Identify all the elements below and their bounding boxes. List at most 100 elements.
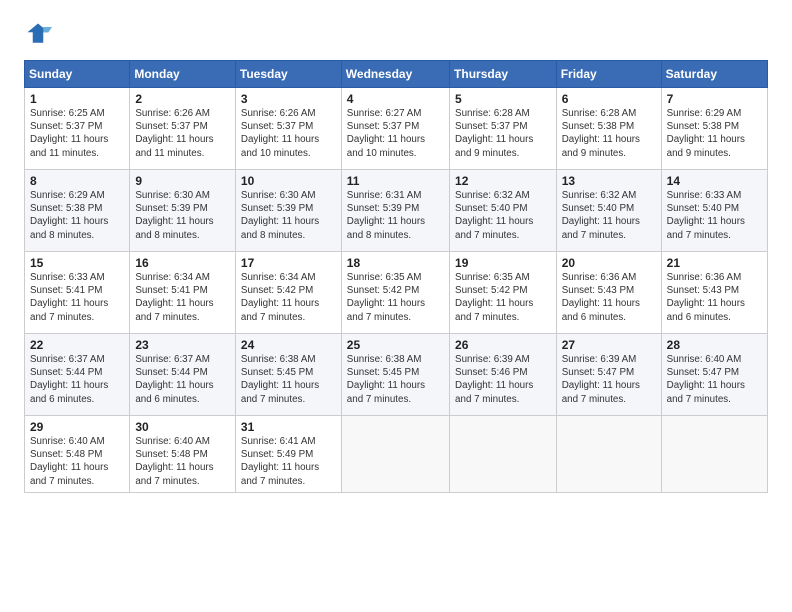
- calendar-cell: 3Sunrise: 6:26 AMSunset: 5:37 PMDaylight…: [235, 88, 341, 170]
- day-info: Sunrise: 6:32 AMSunset: 5:40 PMDaylight:…: [455, 189, 551, 242]
- day-number: 30: [135, 420, 230, 434]
- calendar-cell: 15Sunrise: 6:33 AMSunset: 5:41 PMDayligh…: [25, 252, 130, 334]
- day-number: 9: [135, 174, 230, 188]
- day-info: Sunrise: 6:41 AMSunset: 5:49 PMDaylight:…: [241, 435, 336, 488]
- calendar-cell: 26Sunrise: 6:39 AMSunset: 5:46 PMDayligh…: [450, 334, 557, 416]
- calendar: SundayMondayTuesdayWednesdayThursdayFrid…: [24, 60, 768, 493]
- day-info: Sunrise: 6:33 AMSunset: 5:41 PMDaylight:…: [30, 271, 124, 324]
- calendar-cell: [556, 416, 661, 493]
- day-number: 19: [455, 256, 551, 270]
- calendar-cell: 23Sunrise: 6:37 AMSunset: 5:44 PMDayligh…: [130, 334, 236, 416]
- day-number: 4: [347, 92, 444, 106]
- calendar-cell: 31Sunrise: 6:41 AMSunset: 5:49 PMDayligh…: [235, 416, 341, 493]
- day-number: 27: [562, 338, 656, 352]
- day-info: Sunrise: 6:40 AMSunset: 5:48 PMDaylight:…: [135, 435, 230, 488]
- calendar-cell: 20Sunrise: 6:36 AMSunset: 5:43 PMDayligh…: [556, 252, 661, 334]
- calendar-cell: 17Sunrise: 6:34 AMSunset: 5:42 PMDayligh…: [235, 252, 341, 334]
- day-info: Sunrise: 6:39 AMSunset: 5:47 PMDaylight:…: [562, 353, 656, 406]
- day-number: 22: [30, 338, 124, 352]
- day-number: 5: [455, 92, 551, 106]
- day-number: 6: [562, 92, 656, 106]
- day-info: Sunrise: 6:31 AMSunset: 5:39 PMDaylight:…: [347, 189, 444, 242]
- day-info: Sunrise: 6:30 AMSunset: 5:39 PMDaylight:…: [241, 189, 336, 242]
- day-number: 8: [30, 174, 124, 188]
- page: SundayMondayTuesdayWednesdayThursdayFrid…: [0, 0, 792, 612]
- calendar-cell: 13Sunrise: 6:32 AMSunset: 5:40 PMDayligh…: [556, 170, 661, 252]
- calendar-cell: 19Sunrise: 6:35 AMSunset: 5:42 PMDayligh…: [450, 252, 557, 334]
- day-number: 24: [241, 338, 336, 352]
- day-header-monday: Monday: [130, 61, 236, 88]
- calendar-cell: [450, 416, 557, 493]
- day-number: 29: [30, 420, 124, 434]
- calendar-cell: 2Sunrise: 6:26 AMSunset: 5:37 PMDaylight…: [130, 88, 236, 170]
- logo: [24, 20, 56, 48]
- calendar-cell: 25Sunrise: 6:38 AMSunset: 5:45 PMDayligh…: [341, 334, 449, 416]
- day-number: 21: [667, 256, 762, 270]
- day-header-tuesday: Tuesday: [235, 61, 341, 88]
- day-info: Sunrise: 6:34 AMSunset: 5:41 PMDaylight:…: [135, 271, 230, 324]
- day-number: 28: [667, 338, 762, 352]
- calendar-cell: 6Sunrise: 6:28 AMSunset: 5:38 PMDaylight…: [556, 88, 661, 170]
- day-number: 17: [241, 256, 336, 270]
- day-info: Sunrise: 6:33 AMSunset: 5:40 PMDaylight:…: [667, 189, 762, 242]
- day-info: Sunrise: 6:40 AMSunset: 5:48 PMDaylight:…: [30, 435, 124, 488]
- day-info: Sunrise: 6:35 AMSunset: 5:42 PMDaylight:…: [455, 271, 551, 324]
- calendar-cell: 5Sunrise: 6:28 AMSunset: 5:37 PMDaylight…: [450, 88, 557, 170]
- day-info: Sunrise: 6:26 AMSunset: 5:37 PMDaylight:…: [135, 107, 230, 160]
- calendar-cell: 11Sunrise: 6:31 AMSunset: 5:39 PMDayligh…: [341, 170, 449, 252]
- calendar-cell: 9Sunrise: 6:30 AMSunset: 5:39 PMDaylight…: [130, 170, 236, 252]
- calendar-cell: 16Sunrise: 6:34 AMSunset: 5:41 PMDayligh…: [130, 252, 236, 334]
- header: [24, 20, 768, 48]
- calendar-cell: 10Sunrise: 6:30 AMSunset: 5:39 PMDayligh…: [235, 170, 341, 252]
- day-info: Sunrise: 6:38 AMSunset: 5:45 PMDaylight:…: [347, 353, 444, 406]
- calendar-cell: [661, 416, 767, 493]
- calendar-cell: 12Sunrise: 6:32 AMSunset: 5:40 PMDayligh…: [450, 170, 557, 252]
- calendar-cell: 4Sunrise: 6:27 AMSunset: 5:37 PMDaylight…: [341, 88, 449, 170]
- day-info: Sunrise: 6:30 AMSunset: 5:39 PMDaylight:…: [135, 189, 230, 242]
- day-number: 25: [347, 338, 444, 352]
- logo-icon: [24, 20, 52, 48]
- day-number: 13: [562, 174, 656, 188]
- day-info: Sunrise: 6:25 AMSunset: 5:37 PMDaylight:…: [30, 107, 124, 160]
- day-number: 26: [455, 338, 551, 352]
- day-info: Sunrise: 6:37 AMSunset: 5:44 PMDaylight:…: [135, 353, 230, 406]
- calendar-cell: 8Sunrise: 6:29 AMSunset: 5:38 PMDaylight…: [25, 170, 130, 252]
- day-info: Sunrise: 6:26 AMSunset: 5:37 PMDaylight:…: [241, 107, 336, 160]
- calendar-cell: 7Sunrise: 6:29 AMSunset: 5:38 PMDaylight…: [661, 88, 767, 170]
- day-header-friday: Friday: [556, 61, 661, 88]
- day-info: Sunrise: 6:39 AMSunset: 5:46 PMDaylight:…: [455, 353, 551, 406]
- day-info: Sunrise: 6:28 AMSunset: 5:37 PMDaylight:…: [455, 107, 551, 160]
- day-header-sunday: Sunday: [25, 61, 130, 88]
- day-number: 12: [455, 174, 551, 188]
- calendar-cell: 29Sunrise: 6:40 AMSunset: 5:48 PMDayligh…: [25, 416, 130, 493]
- calendar-cell: 27Sunrise: 6:39 AMSunset: 5:47 PMDayligh…: [556, 334, 661, 416]
- day-number: 18: [347, 256, 444, 270]
- calendar-cell: 22Sunrise: 6:37 AMSunset: 5:44 PMDayligh…: [25, 334, 130, 416]
- day-info: Sunrise: 6:35 AMSunset: 5:42 PMDaylight:…: [347, 271, 444, 324]
- calendar-cell: 24Sunrise: 6:38 AMSunset: 5:45 PMDayligh…: [235, 334, 341, 416]
- calendar-cell: 28Sunrise: 6:40 AMSunset: 5:47 PMDayligh…: [661, 334, 767, 416]
- calendar-cell: 21Sunrise: 6:36 AMSunset: 5:43 PMDayligh…: [661, 252, 767, 334]
- day-info: Sunrise: 6:34 AMSunset: 5:42 PMDaylight:…: [241, 271, 336, 324]
- day-number: 31: [241, 420, 336, 434]
- day-number: 10: [241, 174, 336, 188]
- day-info: Sunrise: 6:28 AMSunset: 5:38 PMDaylight:…: [562, 107, 656, 160]
- day-info: Sunrise: 6:29 AMSunset: 5:38 PMDaylight:…: [30, 189, 124, 242]
- day-header-wednesday: Wednesday: [341, 61, 449, 88]
- calendar-cell: 14Sunrise: 6:33 AMSunset: 5:40 PMDayligh…: [661, 170, 767, 252]
- day-number: 23: [135, 338, 230, 352]
- day-info: Sunrise: 6:29 AMSunset: 5:38 PMDaylight:…: [667, 107, 762, 160]
- day-header-thursday: Thursday: [450, 61, 557, 88]
- day-info: Sunrise: 6:38 AMSunset: 5:45 PMDaylight:…: [241, 353, 336, 406]
- day-number: 14: [667, 174, 762, 188]
- day-info: Sunrise: 6:36 AMSunset: 5:43 PMDaylight:…: [562, 271, 656, 324]
- day-number: 3: [241, 92, 336, 106]
- calendar-cell: 30Sunrise: 6:40 AMSunset: 5:48 PMDayligh…: [130, 416, 236, 493]
- day-info: Sunrise: 6:36 AMSunset: 5:43 PMDaylight:…: [667, 271, 762, 324]
- day-number: 1: [30, 92, 124, 106]
- calendar-cell: 18Sunrise: 6:35 AMSunset: 5:42 PMDayligh…: [341, 252, 449, 334]
- day-header-saturday: Saturday: [661, 61, 767, 88]
- calendar-cell: 1Sunrise: 6:25 AMSunset: 5:37 PMDaylight…: [25, 88, 130, 170]
- day-number: 20: [562, 256, 656, 270]
- day-info: Sunrise: 6:27 AMSunset: 5:37 PMDaylight:…: [347, 107, 444, 160]
